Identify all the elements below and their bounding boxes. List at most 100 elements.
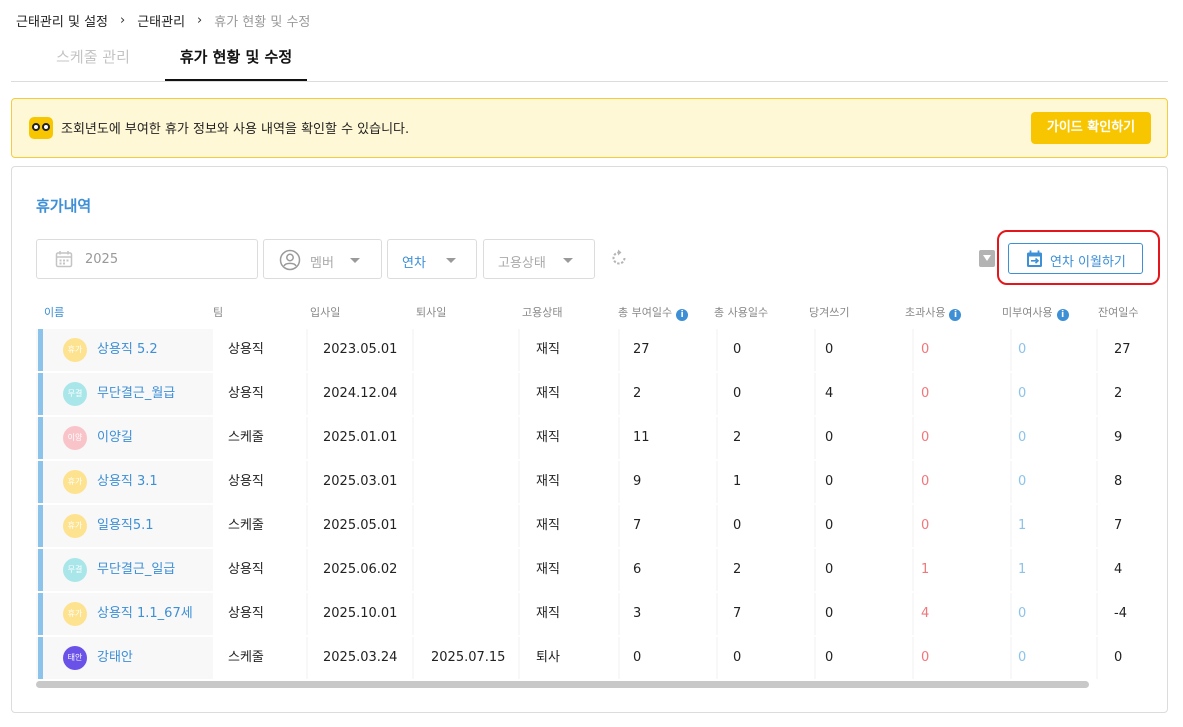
carryover-button[interactable]: 연차 이월하기 xyxy=(1008,243,1143,274)
cell-over-use[interactable]: 0 xyxy=(914,461,1010,503)
employment-status-select[interactable]: 고용상태 xyxy=(483,239,595,279)
cell-name: 무결 무단결근_일급 xyxy=(63,549,211,591)
table-row[interactable]: 휴가 일용직5.1 스케줄 2025.05.01 재직 7 0 0 0 1 7 xyxy=(36,505,1146,547)
cell-total-used: 0 xyxy=(718,329,814,371)
avatar: 휴가 xyxy=(63,470,87,494)
notice-message: 조회년도에 부여한 휴가 정보와 사용 내역을 확인할 수 있습니다. xyxy=(61,122,410,137)
cell-advance: 0 xyxy=(816,549,912,591)
cell-over-use[interactable]: 4 xyxy=(914,593,1010,635)
cell-name: 이양 이양길 xyxy=(63,417,211,459)
cell-over-use[interactable]: 0 xyxy=(914,329,1010,371)
table-row[interactable]: 휴가 상용직 5.2 상용직 2023.05.01 재직 27 0 0 0 0 27 xyxy=(36,329,1146,371)
cell-join-date: 2025.01.01 xyxy=(308,417,412,459)
row-indicator xyxy=(38,637,43,679)
member-name-link[interactable]: 무단결근_일급 xyxy=(97,549,175,591)
table-row[interactable]: 태안 강태안 스케줄 2025.03.24 2025.07.15 퇴사 0 0 0 0 0 0 xyxy=(36,637,1146,679)
cell-ungranted-use[interactable]: 1 xyxy=(1012,549,1096,591)
cell-ungranted-use[interactable]: 0 xyxy=(1012,461,1096,503)
cell-ungranted-use[interactable]: 0 xyxy=(1012,417,1096,459)
cell-over-use[interactable]: 0 xyxy=(914,505,1010,547)
cell-name: 무결 무단결근_월급 xyxy=(63,373,211,415)
col-total-granted-label: 총 부여일수 xyxy=(618,306,673,319)
employment-status-placeholder: 고용상태 xyxy=(498,256,546,271)
breadcrumb-item-attendance-settings[interactable]: 근태관리 및 설정 xyxy=(16,11,108,30)
cell-total-used: 7 xyxy=(718,593,814,635)
table-row[interactable]: 이양 이양길 스케줄 2025.01.01 재직 11 2 0 0 0 9 xyxy=(36,417,1146,459)
col-team[interactable]: 팀 xyxy=(213,304,223,320)
cell-ungranted-use[interactable]: 0 xyxy=(1012,329,1096,371)
col-ungranted-use[interactable]: 미부여사용 i xyxy=(1002,304,1069,321)
tab-leave-status[interactable]: 휴가 현황 및 수정 xyxy=(165,38,307,81)
download-icon[interactable] xyxy=(979,250,995,267)
member-name-link[interactable]: 상용직 3.1 xyxy=(97,461,158,503)
col-remaining[interactable]: 잔여일수 xyxy=(1098,304,1138,320)
col-total-used[interactable]: 총 사용일수 xyxy=(714,304,768,320)
cell-employment-status: 재직 xyxy=(520,549,618,591)
col-join-date[interactable]: 입사일 xyxy=(310,304,340,320)
member-name-link[interactable]: 상용직 5.2 xyxy=(97,329,158,371)
cell-advance: 0 xyxy=(816,417,912,459)
cell-employment-status: 재직 xyxy=(520,505,618,547)
row-indicator xyxy=(38,417,43,459)
horizontal-scrollbar[interactable] xyxy=(36,681,1089,688)
cell-join-date: 2023.05.01 xyxy=(308,329,412,371)
row-indicator xyxy=(38,593,43,635)
cell-total-used: 1 xyxy=(718,461,814,503)
table-row[interactable]: 무결 무단결근_월급 상용직 2024.12.04 재직 2 0 4 0 0 2 xyxy=(36,373,1146,415)
refresh-icon[interactable] xyxy=(609,248,629,268)
tab-schedule[interactable]: 스케줄 관리 xyxy=(35,38,151,81)
cell-total-granted: 3 xyxy=(620,593,716,635)
col-name[interactable]: 이름 xyxy=(44,304,64,320)
cell-leave-date xyxy=(414,417,518,459)
leave-type-value: 연차 xyxy=(402,256,426,271)
breadcrumb-item-attendance[interactable]: 근태관리 xyxy=(137,11,185,30)
member-name-link[interactable]: 이양길 xyxy=(97,417,133,459)
year-picker[interactable]: 2025 xyxy=(36,239,258,279)
calendar-arrow-icon xyxy=(1027,250,1042,267)
person-icon xyxy=(279,249,301,271)
cell-team: 상용직 xyxy=(213,373,306,415)
info-icon[interactable]: i xyxy=(949,309,962,321)
cell-ungranted-use[interactable]: 0 xyxy=(1012,373,1096,415)
cell-total-used: 0 xyxy=(718,637,814,679)
member-name-link[interactable]: 일용직5.1 xyxy=(97,505,154,547)
cell-join-date: 2025.10.01 xyxy=(308,593,412,635)
breadcrumb-separator-icon: › xyxy=(197,12,203,28)
member-select[interactable]: 멤버 xyxy=(263,239,382,279)
leave-type-select[interactable]: 연차 xyxy=(387,239,477,279)
guide-button[interactable]: 가이드 확인하기 xyxy=(1031,112,1151,144)
table-row[interactable]: 무결 무단결근_일급 상용직 2025.06.02 재직 6 2 0 1 1 4 xyxy=(36,549,1146,591)
col-employment-status[interactable]: 고용상태 xyxy=(522,304,562,320)
cell-over-use[interactable]: 0 xyxy=(914,417,1010,459)
cell-join-date: 2024.12.04 xyxy=(308,373,412,415)
cell-employment-status: 재직 xyxy=(520,329,618,371)
table-row[interactable]: 휴가 상용직 3.1 상용직 2025.03.01 재직 9 1 0 0 0 8 xyxy=(36,461,1146,503)
chevron-down-icon xyxy=(563,258,573,263)
info-icon[interactable]: i xyxy=(1056,309,1069,321)
avatar: 휴가 xyxy=(63,602,87,626)
info-icon[interactable]: i xyxy=(676,309,689,321)
cell-join-date: 2025.03.01 xyxy=(308,461,412,503)
cell-leave-date xyxy=(414,373,518,415)
notice-banner: 조회년도에 부여한 휴가 정보와 사용 내역을 확인할 수 있습니다. 가이드 … xyxy=(11,98,1168,158)
cell-total-granted: 9 xyxy=(620,461,716,503)
cell-remaining: 4 xyxy=(1098,549,1146,591)
cell-over-use[interactable]: 0 xyxy=(914,637,1010,679)
col-advance[interactable]: 당겨쓰기 xyxy=(809,304,849,320)
cell-remaining: 2 xyxy=(1098,373,1146,415)
cell-ungranted-use[interactable]: 0 xyxy=(1012,593,1096,635)
col-total-granted[interactable]: 총 부여일수 i xyxy=(618,304,689,321)
avatar: 무결 xyxy=(63,382,87,406)
table-row[interactable]: 휴가 상용직 1.1_67세 상용직 2025.10.01 재직 3 7 0 4 0 -4 xyxy=(36,593,1146,635)
member-name-link[interactable]: 무단결근_월급 xyxy=(97,373,175,415)
cell-over-use[interactable]: 0 xyxy=(914,373,1010,415)
cell-ungranted-use[interactable]: 1 xyxy=(1012,505,1096,547)
row-indicator xyxy=(38,373,43,415)
col-leave-date[interactable]: 퇴사일 xyxy=(416,304,446,320)
member-name-link[interactable]: 상용직 1.1_67세 xyxy=(97,593,193,635)
member-name-link[interactable]: 강태안 xyxy=(97,637,133,679)
col-over-use[interactable]: 초과사용 i xyxy=(905,304,962,321)
cell-over-use[interactable]: 1 xyxy=(914,549,1010,591)
cell-ungranted-use[interactable]: 0 xyxy=(1012,637,1096,679)
cell-employment-status: 퇴사 xyxy=(520,637,618,679)
